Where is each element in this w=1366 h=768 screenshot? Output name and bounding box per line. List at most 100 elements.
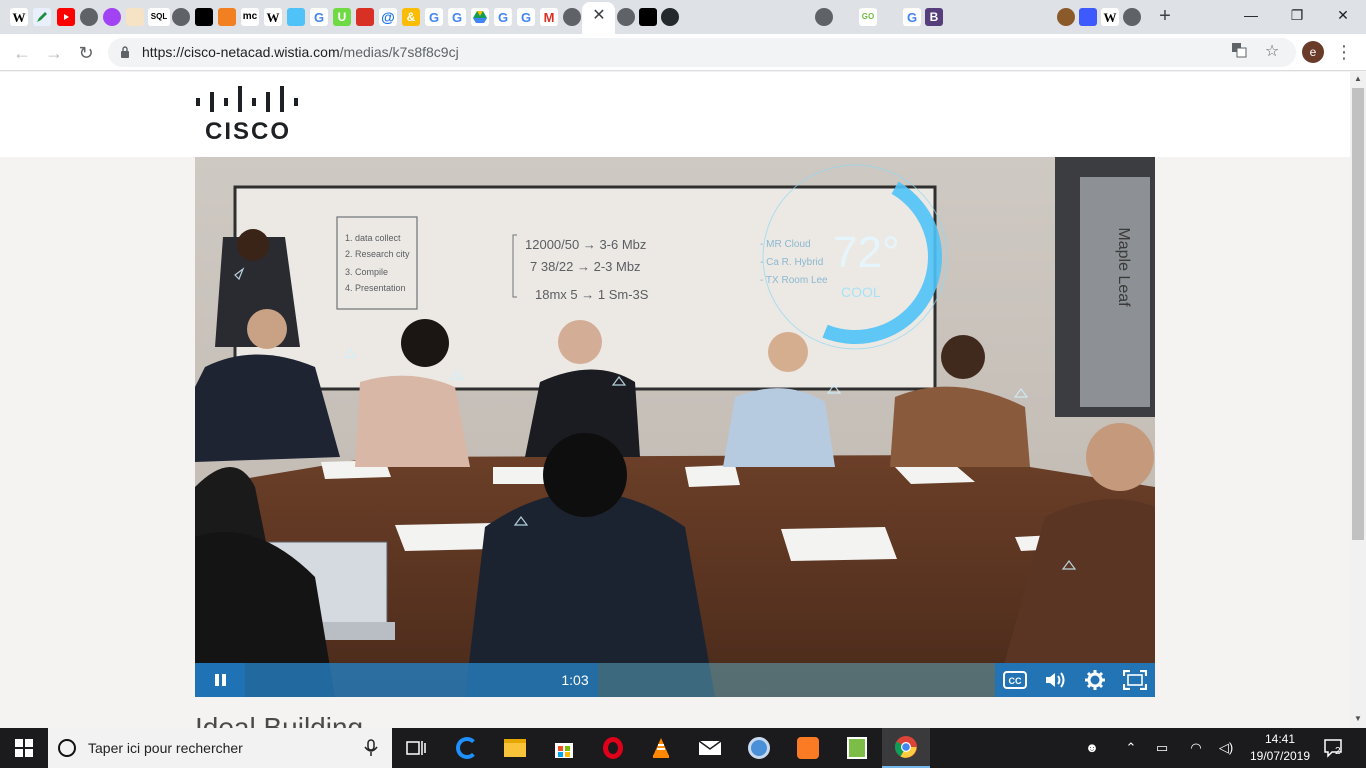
video-controls: 1:03 CC bbox=[195, 663, 1155, 697]
profile-avatar[interactable]: e bbox=[1302, 41, 1324, 63]
tab-globe-icon[interactable] bbox=[815, 8, 833, 26]
close-window-button[interactable]: ✕ bbox=[1320, 0, 1366, 30]
fullscreen-button[interactable] bbox=[1115, 663, 1155, 697]
tab-pencil-icon[interactable] bbox=[33, 8, 51, 26]
svg-text:18mx 5 → 1 Sm-3S: 18mx 5 → 1 Sm-3S bbox=[535, 287, 649, 302]
start-button[interactable] bbox=[0, 728, 48, 768]
taskbar-file-explorer[interactable] bbox=[491, 728, 539, 768]
tab-google[interactable]: G bbox=[903, 8, 921, 26]
scroll-thumb[interactable] bbox=[1352, 88, 1364, 540]
tab-bookmark-icon[interactable] bbox=[126, 8, 144, 26]
scroll-down-icon[interactable]: ▼ bbox=[1354, 714, 1362, 723]
tab-d-icon[interactable] bbox=[1079, 8, 1097, 26]
new-tab-button[interactable]: + bbox=[1154, 5, 1176, 27]
forward-arrow-icon[interactable]: → bbox=[42, 41, 66, 65]
taskbar-chrome-alt[interactable] bbox=[735, 728, 783, 768]
tab-globe-icon[interactable] bbox=[80, 8, 98, 26]
settings-button[interactable] bbox=[1075, 663, 1115, 697]
tab-microsoft-icon[interactable] bbox=[793, 9, 810, 26]
tab-youtube-icon[interactable] bbox=[57, 8, 75, 26]
tab-square-icon[interactable] bbox=[287, 8, 305, 26]
scroll-up-icon[interactable]: ▲ bbox=[1354, 74, 1362, 83]
tab-github-icon[interactable] bbox=[661, 8, 679, 26]
tab-at[interactable]: @ bbox=[379, 8, 397, 26]
battery-icon[interactable]: ▭ bbox=[1150, 728, 1174, 768]
notification-center[interactable]: 2 bbox=[1322, 736, 1346, 760]
tab-close-icon[interactable]: ✕ bbox=[590, 6, 608, 26]
progress-remaining[interactable] bbox=[598, 663, 995, 697]
tab-cookie-icon[interactable] bbox=[1057, 8, 1075, 26]
taskbar-notepad[interactable] bbox=[833, 728, 881, 768]
taskbar-edge[interactable] bbox=[443, 728, 491, 768]
tab-microsoft-icon[interactable] bbox=[969, 9, 986, 26]
minimize-button[interactable]: — bbox=[1228, 0, 1274, 30]
speaker-icon[interactable]: ◁) bbox=[1214, 728, 1238, 768]
volume-button[interactable] bbox=[1035, 663, 1075, 697]
tab-red-icon[interactable] bbox=[356, 8, 374, 26]
tab-microsoft-icon[interactable] bbox=[749, 9, 766, 26]
tab-google[interactable]: G bbox=[494, 8, 512, 26]
taskbar-xampp[interactable] bbox=[784, 728, 832, 768]
tab-wikipedia[interactable]: W bbox=[1101, 8, 1119, 26]
tab-microsoft-icon[interactable] bbox=[771, 9, 788, 26]
task-view-button[interactable] bbox=[392, 728, 440, 768]
tab-microsoft-icon[interactable] bbox=[837, 9, 854, 26]
tab-mc[interactable]: mc bbox=[241, 8, 259, 26]
task-view-icon bbox=[406, 741, 426, 755]
video-player[interactable]: Maple Leaf 1. data collect 2. Research c… bbox=[195, 157, 1155, 697]
pause-button[interactable] bbox=[195, 663, 245, 697]
tab-pocket-icon[interactable] bbox=[103, 8, 121, 26]
tab-globe-icon[interactable] bbox=[1123, 8, 1141, 26]
back-arrow-icon[interactable]: ← bbox=[10, 41, 34, 65]
tab-sql[interactable]: SQL bbox=[148, 8, 170, 26]
tab-wikipedia[interactable]: W bbox=[10, 8, 28, 26]
tab-wikipedia[interactable]: W bbox=[264, 8, 282, 26]
taskbar-clock[interactable]: 14:41 19/07/2019 bbox=[1244, 731, 1316, 765]
tab-microsoft-icon[interactable] bbox=[947, 9, 964, 26]
tab-google[interactable]: G bbox=[517, 8, 535, 26]
reload-icon[interactable]: ↻ bbox=[74, 41, 98, 65]
svg-text:COOL: COOL bbox=[841, 284, 881, 300]
tab-bootstrap[interactable]: B bbox=[925, 8, 943, 26]
tab-chart-icon[interactable] bbox=[195, 8, 213, 26]
tab-microsoft-icon[interactable] bbox=[881, 9, 898, 26]
browser-menu-icon[interactable]: ⋮ bbox=[1334, 40, 1354, 64]
tab-microsoft-icon[interactable] bbox=[727, 9, 744, 26]
taskbar-vlc[interactable] bbox=[637, 728, 685, 768]
tab-microsoft-icon[interactable] bbox=[991, 9, 1008, 26]
tab-globe-icon[interactable] bbox=[563, 8, 581, 26]
wifi-icon[interactable]: ◠ bbox=[1184, 728, 1208, 768]
tab-google[interactable]: G bbox=[310, 8, 328, 26]
microphone-icon[interactable] bbox=[362, 739, 380, 757]
restore-button[interactable]: ❐ bbox=[1274, 0, 1320, 30]
people-icon[interactable]: ☻ bbox=[1080, 728, 1104, 768]
cisco-logo[interactable]: CISCO bbox=[196, 86, 306, 146]
taskbar-chrome[interactable] bbox=[882, 728, 930, 768]
chevron-up-icon[interactable]: ⌃ bbox=[1120, 728, 1142, 768]
tab-amp[interactable]: & bbox=[402, 8, 420, 26]
tab-chart-icon[interactable] bbox=[639, 8, 657, 26]
tab-microsoft-icon[interactable] bbox=[683, 9, 700, 26]
tab-globe-icon[interactable] bbox=[172, 8, 190, 26]
address-bar[interactable]: https://cisco-netacad.wistia.com/medias/… bbox=[108, 38, 1296, 67]
page-scrollbar[interactable]: ▲ ▼ bbox=[1350, 72, 1366, 728]
bookmark-star-icon[interactable]: ☆ bbox=[1262, 42, 1282, 62]
taskbar-opera[interactable] bbox=[589, 728, 637, 768]
taskbar-store[interactable] bbox=[540, 728, 588, 768]
taskbar-search[interactable]: Taper ici pour rechercher bbox=[48, 728, 392, 768]
captions-button[interactable]: CC bbox=[995, 663, 1035, 697]
tab-microsoft-icon[interactable] bbox=[1013, 9, 1030, 26]
tab-microsoft-icon[interactable] bbox=[705, 9, 722, 26]
translate-icon[interactable] bbox=[1229, 42, 1249, 62]
tab-drive-icon[interactable] bbox=[471, 8, 489, 26]
tab-google[interactable]: G bbox=[425, 8, 443, 26]
taskbar-mail[interactable] bbox=[686, 728, 734, 768]
tab-globe-icon[interactable] bbox=[617, 8, 635, 26]
tab-google[interactable]: G bbox=[448, 8, 466, 26]
progress-played[interactable] bbox=[245, 663, 598, 697]
tab-upwork[interactable]: U bbox=[333, 8, 351, 26]
tab-link-icon[interactable] bbox=[218, 8, 236, 26]
tab-microsoft-icon[interactable] bbox=[1035, 9, 1052, 26]
tab-gmail[interactable]: M bbox=[540, 8, 558, 26]
tab-go[interactable]: GO bbox=[859, 8, 877, 26]
